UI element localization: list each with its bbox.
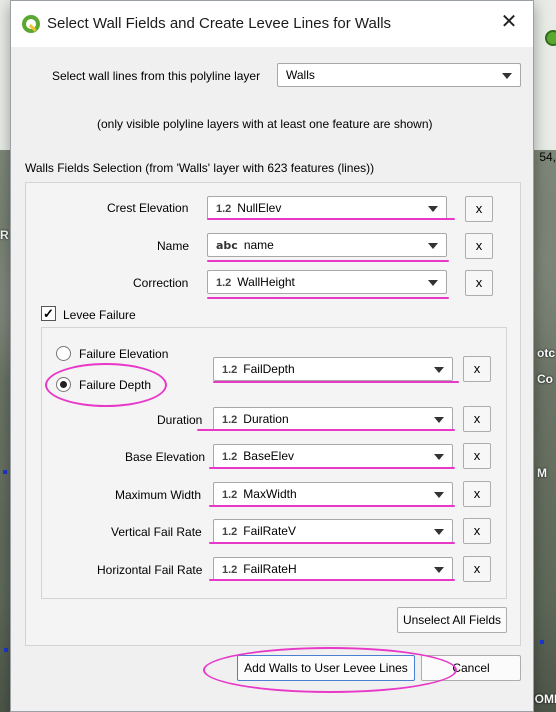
highlight-underline [207, 297, 449, 299]
vertical-fail-rate-value: FailRateV [243, 524, 296, 538]
crest-elevation-select[interactable]: 1.2 NullElev [207, 196, 447, 220]
fail-depth-value: FailDepth [243, 362, 295, 376]
chevron-down-icon [434, 529, 444, 535]
map-label-fragment: M [537, 466, 547, 480]
numeric-type-icon: 1.2 [222, 364, 238, 376]
clear-base-elevation-button[interactable]: x [463, 443, 491, 469]
base-elevation-select[interactable]: 1.2 BaseElev [213, 444, 453, 468]
failure-elevation-label: Failure Elevation [79, 347, 169, 361]
numeric-type-icon: 1.2 [222, 414, 238, 426]
layer-select[interactable]: Walls [277, 63, 521, 87]
map-label-fragment: Co [537, 372, 553, 386]
title-bar[interactable]: Select Wall Fields and Create Levee Line… [11, 1, 533, 47]
highlight-underline [207, 260, 449, 262]
chevron-down-icon [434, 454, 444, 460]
chevron-down-icon [434, 567, 444, 573]
correction-value: WallHeight [237, 275, 295, 289]
numeric-type-icon: 1.2 [216, 277, 232, 289]
dialog-title: Select Wall Fields and Create Levee Line… [47, 15, 392, 32]
failure-depth-radio[interactable] [56, 377, 71, 392]
map-feature [540, 640, 544, 644]
highlight-underline [209, 467, 455, 469]
clear-name-button[interactable]: x [465, 233, 493, 259]
crest-elevation-value: NullElev [237, 201, 282, 215]
clear-vertical-fail-rate-button[interactable]: x [463, 518, 491, 544]
chevron-down-icon [428, 243, 438, 249]
numeric-type-icon: 1.2 [216, 203, 232, 215]
map-feature [4, 648, 8, 652]
layer-select-label: Select wall lines from this polyline lay… [52, 69, 261, 83]
failure-elevation-radio[interactable] [56, 346, 71, 361]
highlight-ellipse [203, 647, 457, 693]
highlight-underline [209, 579, 455, 581]
numeric-type-icon: 1.2 [222, 564, 238, 576]
maximum-width-select[interactable]: 1.2 MaxWidth [213, 482, 453, 506]
layer-note: (only visible polyline layers with at le… [97, 117, 433, 131]
field-label-crest-elevation: Crest Elevation [107, 201, 189, 215]
chevron-down-icon [502, 73, 512, 79]
field-label-vertical-fail-rate: Vertical Fail Rate [111, 525, 202, 539]
chevron-down-icon [434, 367, 444, 373]
horizontal-fail-rate-value: FailRateH [243, 562, 297, 576]
field-label-maximum-width: Maximum Width [115, 488, 202, 502]
text-type-icon: abc [216, 239, 238, 252]
chevron-down-icon [434, 417, 444, 423]
map-symbol-icon [545, 30, 556, 46]
clear-maximum-width-button[interactable]: x [463, 481, 491, 507]
field-label-horizontal-fail-rate: Horizontal Fail Rate [97, 563, 203, 577]
clear-horizontal-fail-rate-button[interactable]: x [463, 556, 491, 582]
chevron-down-icon [434, 492, 444, 498]
wall-fields-dialog: Select Wall Fields and Create Levee Line… [10, 0, 534, 712]
base-elevation-value: BaseElev [243, 449, 294, 463]
failure-depth-label: Failure Depth [79, 378, 152, 392]
section-label: Walls Fields Selection (from 'Walls' lay… [25, 161, 375, 175]
field-label-base-elevation: Base Elevation [125, 450, 206, 464]
clear-fail-depth-button[interactable]: x [463, 356, 491, 382]
highlight-underline [197, 429, 455, 431]
clear-crest-elevation-button[interactable]: x [465, 196, 493, 222]
highlight-underline [213, 381, 459, 383]
chevron-down-icon [428, 206, 438, 212]
field-label-duration: Duration [157, 413, 203, 427]
clear-correction-button[interactable]: x [465, 270, 493, 296]
highlight-underline [209, 505, 455, 507]
fail-depth-select[interactable]: 1.2 FailDepth [213, 357, 453, 381]
close-icon[interactable]: ✕ [495, 11, 523, 35]
map-label-fragment: otc [537, 346, 555, 360]
vertical-fail-rate-select[interactable]: 1.2 FailRateV [213, 519, 453, 543]
duration-select[interactable]: 1.2 Duration [213, 407, 453, 431]
horizontal-fail-rate-select[interactable]: 1.2 FailRateH [213, 557, 453, 581]
numeric-type-icon: 1.2 [222, 526, 238, 538]
field-label-correction: Correction [133, 276, 189, 290]
highlight-underline [209, 542, 455, 544]
unselect-all-fields-button[interactable]: Unselect All Fields [397, 607, 507, 633]
levee-failure-label: Levee Failure [63, 308, 136, 322]
layer-select-value: Walls [286, 68, 315, 82]
name-value: name [243, 238, 274, 252]
field-label-name: Name [157, 239, 190, 253]
correction-select[interactable]: 1.2 WallHeight [207, 270, 447, 294]
highlight-underline [207, 218, 455, 220]
name-select[interactable]: abc name [207, 233, 447, 257]
numeric-type-icon: 1.2 [222, 451, 238, 463]
map-feature [3, 470, 7, 474]
map-coordinate-fragment: 54, [539, 150, 556, 164]
levee-failure-checkbox[interactable]: ✓ [41, 306, 56, 321]
maximum-width-value: MaxWidth [243, 487, 297, 501]
chevron-down-icon [428, 280, 438, 286]
numeric-type-icon: 1.2 [222, 489, 238, 501]
qgis-logo-icon [22, 15, 40, 33]
clear-duration-button[interactable]: x [463, 406, 491, 432]
duration-value: Duration [243, 412, 289, 426]
map-label-fragment: R [0, 228, 9, 242]
